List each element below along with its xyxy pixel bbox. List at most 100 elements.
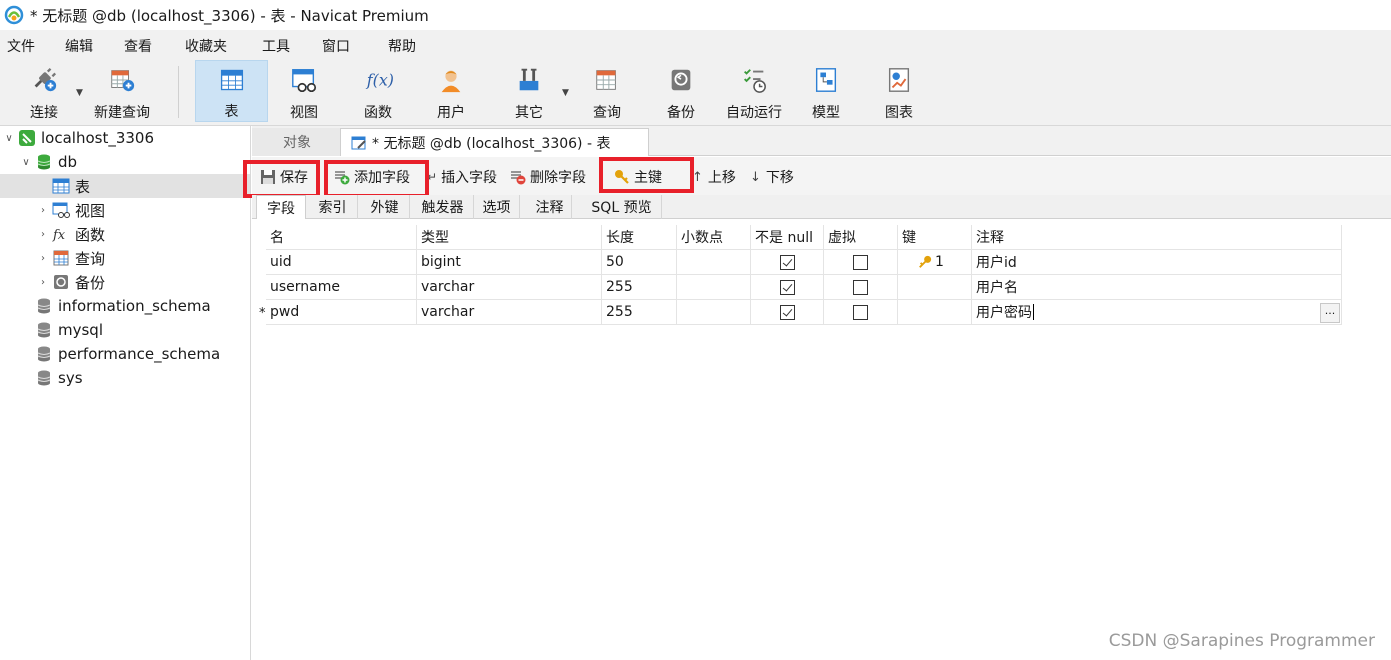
- document-tabs: 对象 * 无标题 @db (localhost_3306) - 表: [252, 126, 1391, 156]
- chevron-down-icon[interactable]: ∨: [3, 133, 15, 144]
- connect-button[interactable]: 连接: [18, 60, 70, 122]
- cell-comment[interactable]: 用户名: [972, 275, 1342, 300]
- highlight-save: [243, 160, 320, 198]
- view-icon: [52, 202, 70, 218]
- cell-key[interactable]: [898, 275, 972, 300]
- insert-field-button[interactable]: ↵ 插入字段: [427, 165, 497, 189]
- key-order: 1: [935, 254, 944, 270]
- backup-button[interactable]: 备份: [652, 60, 710, 122]
- virtual-checkbox[interactable]: [853, 304, 868, 320]
- column-header-comment[interactable]: 注释: [972, 225, 1342, 250]
- cell-type[interactable]: varchar: [417, 275, 602, 300]
- cell-name[interactable]: pwd: [266, 300, 417, 325]
- automation-icon: [744, 69, 766, 93]
- chevron-right-icon[interactable]: ›: [37, 253, 49, 264]
- tree-database-information-schema[interactable]: information_schema: [0, 294, 250, 318]
- delete-field-button[interactable]: 删除字段: [510, 165, 586, 189]
- menu-favorites[interactable]: 收藏夹: [185, 36, 227, 56]
- tree-backups[interactable]: › 备份: [0, 270, 250, 294]
- subtab-options[interactable]: 选项: [474, 195, 520, 219]
- column-header-virtual[interactable]: 虚拟: [824, 225, 898, 250]
- move-up-label: 上移: [707, 170, 736, 186]
- column-header-decimals[interactable]: 小数点: [677, 225, 751, 250]
- function-button[interactable]: f(x) 函数: [348, 60, 408, 122]
- subtab-sql-preview[interactable]: SQL 预览: [582, 195, 662, 219]
- subtab-indexes[interactable]: 索引: [308, 195, 358, 219]
- backup-icon: [671, 69, 691, 91]
- virtual-checkbox[interactable]: [853, 279, 868, 295]
- not-null-checkbox[interactable]: [779, 304, 795, 320]
- column-header-not-null[interactable]: 不是 null: [751, 225, 824, 250]
- insert-field-label: 插入字段: [441, 170, 498, 186]
- subtab-comment[interactable]: 注释: [528, 195, 572, 219]
- table-label: 表: [224, 104, 239, 120]
- column-header-key[interactable]: 键: [898, 225, 972, 250]
- fields-grid: 名 类型 长度 小数点 不是 null 虚拟 键 注释 uid bigint 5…: [252, 220, 1391, 660]
- virtual-checkbox[interactable]: [853, 254, 868, 270]
- user-button[interactable]: 用户: [421, 60, 481, 122]
- cell-name[interactable]: username: [266, 275, 417, 300]
- column-header-name[interactable]: 名: [266, 225, 417, 250]
- move-up-button[interactable]: ↑ 上移: [692, 165, 736, 189]
- cell-length[interactable]: 255: [602, 300, 677, 325]
- connect-dropdown-icon[interactable]: ▼: [76, 88, 83, 98]
- subtab-fields[interactable]: 字段: [256, 195, 306, 219]
- menu-file[interactable]: 文件: [7, 36, 35, 56]
- view-button[interactable]: 视图: [274, 60, 334, 122]
- new-query-button[interactable]: 新建查询: [88, 60, 156, 122]
- tree-database-sys[interactable]: sys: [0, 366, 250, 390]
- table-button[interactable]: 表: [195, 60, 268, 122]
- menu-help[interactable]: 帮助: [388, 36, 416, 56]
- cell-name[interactable]: uid: [266, 250, 417, 275]
- tree-connection[interactable]: ∨ localhost_3306: [0, 126, 250, 150]
- automation-button[interactable]: 自动运行: [718, 60, 790, 122]
- view-icon: [292, 69, 317, 93]
- function-icon: fx: [52, 228, 66, 243]
- cell-length[interactable]: 50: [602, 250, 677, 275]
- database-label: performance_schema: [58, 345, 221, 363]
- chevron-right-icon[interactable]: ›: [37, 205, 49, 216]
- not-null-checkbox[interactable]: [779, 254, 795, 270]
- cell-type[interactable]: varchar: [417, 300, 602, 325]
- model-button[interactable]: 模型: [797, 60, 855, 122]
- tab-objects[interactable]: 对象: [252, 128, 342, 156]
- cell-comment[interactable]: 用户id: [972, 250, 1342, 275]
- other-button[interactable]: 其它: [500, 60, 558, 122]
- column-header-length[interactable]: 长度: [602, 225, 677, 250]
- tree-database-db[interactable]: ∨ db: [0, 150, 250, 174]
- cell-key[interactable]: [898, 300, 972, 325]
- tree-database-performance-schema[interactable]: performance_schema: [0, 342, 250, 366]
- cell-length[interactable]: 255: [602, 275, 677, 300]
- chart-label: 图表: [885, 105, 913, 121]
- cell-decimals[interactable]: [677, 275, 751, 300]
- chevron-right-icon[interactable]: ›: [37, 277, 49, 288]
- cell-decimals[interactable]: [677, 300, 751, 325]
- menu-tools[interactable]: 工具: [262, 36, 290, 56]
- tree-database-mysql[interactable]: mysql: [0, 318, 250, 342]
- ellipsis-button[interactable]: ···: [1320, 303, 1340, 323]
- chart-button[interactable]: 图表: [870, 60, 928, 122]
- menu-window[interactable]: 窗口: [322, 36, 350, 56]
- cell-comment-editing[interactable]: 用户密码: [972, 300, 1342, 325]
- cell-key[interactable]: 1: [898, 250, 972, 275]
- move-down-button[interactable]: ↓ 下移: [750, 165, 794, 189]
- tree-functions[interactable]: › fx 函数: [0, 222, 250, 246]
- menu-view[interactable]: 查看: [124, 36, 152, 56]
- user-label: 用户: [437, 105, 465, 121]
- chevron-right-icon[interactable]: ›: [37, 229, 49, 240]
- cell-decimals[interactable]: [677, 250, 751, 275]
- cell-type[interactable]: bigint: [417, 250, 602, 275]
- menu-edit[interactable]: 编辑: [65, 36, 93, 56]
- other-dropdown-icon[interactable]: ▼: [562, 88, 569, 98]
- subtab-foreign-keys[interactable]: 外键: [360, 195, 410, 219]
- subtab-triggers[interactable]: 触发器: [412, 195, 474, 219]
- cell-not-null: [751, 300, 824, 325]
- not-null-checkbox[interactable]: [779, 279, 795, 295]
- column-header-type[interactable]: 类型: [417, 225, 602, 250]
- tree-queries[interactable]: › 查询: [0, 246, 250, 270]
- chevron-down-icon[interactable]: ∨: [20, 157, 32, 168]
- query-button[interactable]: 查询: [578, 60, 636, 122]
- tab-table-designer[interactable]: * 无标题 @db (localhost_3306) - 表: [340, 128, 649, 156]
- tree-views[interactable]: › 视图: [0, 198, 250, 222]
- tree-tables[interactable]: 表: [0, 174, 250, 198]
